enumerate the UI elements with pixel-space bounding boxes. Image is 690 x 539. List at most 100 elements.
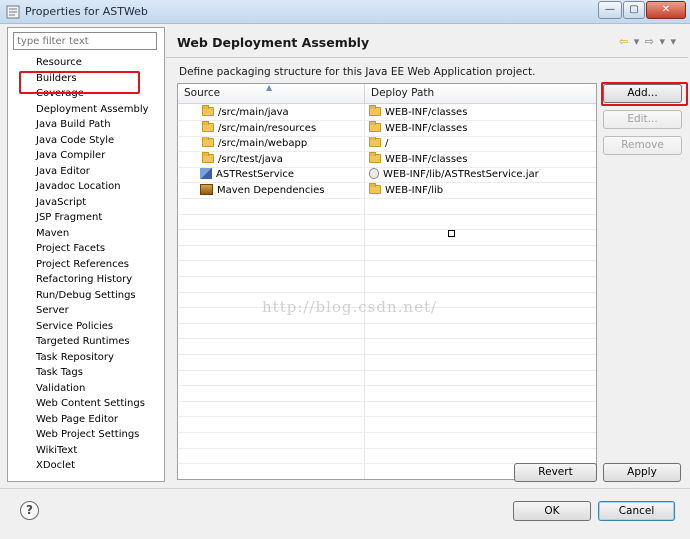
deploy-path-cell: WEB-INF/lib <box>369 183 443 198</box>
apply-button[interactable]: Apply <box>603 463 681 482</box>
project-icon <box>200 168 212 180</box>
back-menu-chevron-down-icon[interactable]: ▾ <box>634 35 640 48</box>
sort-ascending-icon: ▲ <box>266 83 273 92</box>
source-text: Maven Dependencies <box>217 185 325 196</box>
grid-line <box>178 354 596 355</box>
source-cell: /src/main/resources <box>202 120 317 136</box>
sidebar-item-service-policies[interactable]: Service Policies <box>34 319 115 334</box>
folder-icon <box>369 183 381 194</box>
sidebar-item-web-page-editor[interactable]: Web Page Editor <box>34 412 120 427</box>
grid-line <box>178 213 596 215</box>
folder-icon <box>369 120 381 132</box>
sidebar-item-server[interactable]: Server <box>34 303 71 318</box>
grid-line <box>178 166 596 168</box>
sidebar-item-task-tags[interactable]: Task Tags <box>34 365 85 380</box>
remove-button[interactable]: Remove <box>603 136 682 155</box>
source-cell: /src/main/webapp <box>202 136 307 151</box>
ok-button[interactable]: OK <box>513 501 591 521</box>
deploy-path-cell: WEB-INF/classes <box>369 151 468 167</box>
column-header-source[interactable]: Source ▲ <box>178 84 365 104</box>
deploy-path-text: WEB-INF/classes <box>385 107 468 118</box>
close-button[interactable]: ✕ <box>646 1 686 19</box>
table-row[interactable]: /src/test/java WEB-INF/classes <box>178 151 596 167</box>
grid-line <box>178 229 596 231</box>
sidebar-item-wikitext[interactable]: WikiText <box>34 443 79 458</box>
deploy-path-cell: WEB-INF/classes <box>369 105 467 120</box>
sidebar-item-javadoc-location[interactable]: Javadoc Location <box>34 179 123 194</box>
sidebar-item-project-references[interactable]: Project References <box>34 257 131 272</box>
sidebar-item-java-compiler[interactable]: Java Compiler <box>34 148 107 163</box>
source-cell: /src/test/java <box>202 151 283 167</box>
revert-button[interactable]: Revert <box>514 463 597 482</box>
sidebar-item-project-facets[interactable]: Project Facets <box>34 241 107 256</box>
deployment-table[interactable]: Source ▲ Deploy Path /src/main/java WEB-I… <box>177 83 597 480</box>
grid-line <box>178 447 596 449</box>
sidebar-item-java-build-path[interactable]: Java Build Path <box>34 117 113 132</box>
deploy-path-text: WEB-INF/classes <box>385 153 468 165</box>
minimize-button[interactable]: — <box>598 1 622 19</box>
sidebar-item-javascript[interactable]: JavaScript <box>34 195 88 210</box>
title-bar: Properties for ASTWeb — ▢ ✕ <box>0 0 690 24</box>
grid-line <box>178 416 596 418</box>
table-row[interactable]: ASTRestService WEB-INF/lib/ASTRestService… <box>178 167 596 182</box>
table-row[interactable]: /src/main/resources WEB-INF/classes <box>178 120 596 136</box>
filter-input[interactable] <box>13 32 157 50</box>
maven-library-icon <box>200 184 213 195</box>
sidebar-item-validation[interactable]: Validation <box>34 381 87 396</box>
sidebar-item-run-debug-settings[interactable]: Run/Debug Settings <box>34 288 138 303</box>
folder-icon <box>369 136 381 148</box>
source-cell: ASTRestService <box>200 167 294 182</box>
sidebar-item-targeted-runtimes[interactable]: Targeted Runtimes <box>34 334 132 349</box>
source-cell: /src/main/java <box>202 105 289 120</box>
folder-icon <box>202 105 214 116</box>
source-text: /src/main/java <box>218 107 289 118</box>
grid-line <box>178 151 596 153</box>
deploy-path-text: WEB-INF/lib/ASTRestService.jar <box>383 169 539 181</box>
sidebar-item-maven[interactable]: Maven <box>34 226 71 241</box>
cancel-button[interactable]: Cancel <box>598 501 675 521</box>
grid-line <box>178 291 596 293</box>
deploy-path-cell: / <box>369 136 388 151</box>
source-text: /src/main/webapp <box>218 138 308 150</box>
sidebar-item-jsp-fragment[interactable]: JSP Fragment <box>34 210 104 225</box>
window-title: Properties for ASTWeb <box>25 5 148 18</box>
grid-line <box>178 276 596 277</box>
grid-line <box>178 260 596 262</box>
sidebar-item-refactoring-history[interactable]: Refactoring History <box>34 272 134 287</box>
forward-arrow-icon[interactable]: ⇨ <box>645 35 654 48</box>
maximize-button[interactable]: ▢ <box>623 1 645 19</box>
help-icon[interactable]: ? <box>20 501 39 520</box>
grid-line <box>178 369 596 371</box>
sidebar-item-deployment-assembly[interactable]: Deployment Assembly <box>34 101 151 117</box>
folder-icon <box>202 120 214 132</box>
column-header-deploy-path[interactable]: Deploy Path <box>365 84 596 104</box>
deploy-path-text: WEB-INF/lib <box>385 185 444 196</box>
sidebar-item-java-editor[interactable]: Java Editor <box>34 164 92 179</box>
deploy-path-text: WEB-INF/classes <box>385 122 468 134</box>
back-arrow-icon[interactable]: ⇦ <box>619 35 628 48</box>
grid-line <box>178 338 596 340</box>
sidebar-item-web-project-settings[interactable]: Web Project Settings <box>34 427 141 442</box>
table-row[interactable]: /src/main/webapp / <box>178 136 596 151</box>
edit-button[interactable]: Edit... <box>603 110 682 129</box>
forward-menu-chevron-down-icon[interactable]: ▾ <box>659 35 665 48</box>
history-nav: ⇦ ▾ ⇨ ▾ ▾ <box>617 35 676 48</box>
sidebar-item-web-content-settings[interactable]: Web Content Settings <box>34 396 147 411</box>
preferences-tree: ResourceBuildersCoverageDeployment Assem… <box>7 27 165 482</box>
page-title: Web Deployment Assembly <box>177 35 370 50</box>
table-row[interactable]: Maven Dependencies WEB-INF/lib <box>178 183 596 198</box>
table-row[interactable]: /src/main/java WEB-INF/classes <box>178 105 596 120</box>
folder-icon <box>202 151 214 163</box>
sidebar-item-task-repository[interactable]: Task Repository <box>34 350 116 365</box>
source-text: /src/main/resources <box>218 122 317 134</box>
view-menu-chevron-down-icon[interactable]: ▾ <box>670 35 676 48</box>
mouse-cursor-box <box>448 230 455 237</box>
grid-line <box>178 400 596 402</box>
sidebar-item-xdoclet[interactable]: XDoclet <box>34 458 77 473</box>
grid-line <box>178 432 596 433</box>
watermark: http://blog.csdn.net/ <box>262 298 438 316</box>
highlight-annotation-deployment-assembly <box>19 71 140 94</box>
grid-line <box>178 322 596 324</box>
sidebar-item-resource[interactable]: Resource <box>34 55 84 70</box>
sidebar-item-java-code-style[interactable]: Java Code Style <box>34 133 116 148</box>
